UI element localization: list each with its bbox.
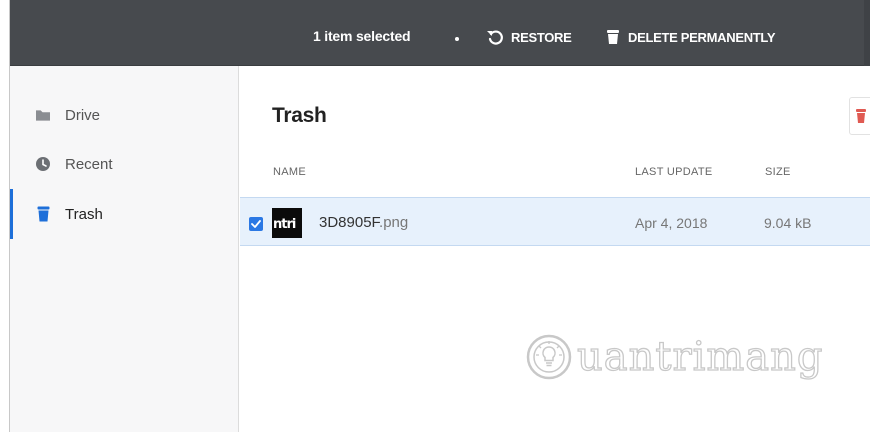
empty-trash-button[interactable]: [849, 97, 870, 135]
file-basename: 3D8905F: [319, 214, 380, 231]
column-header-name[interactable]: NAME: [273, 166, 306, 178]
file-name[interactable]: 3D8905F.png: [319, 214, 408, 231]
thumbnail-logo-text: ntri: [273, 217, 296, 232]
sidebar-item-label: Recent: [65, 155, 113, 173]
sidebar: Drive Recent Trash: [10, 66, 239, 432]
checkmark-icon: [251, 220, 261, 228]
sidebar-item-recent[interactable]: Recent: [10, 139, 239, 189]
selection-count: 1 item selected: [313, 28, 411, 44]
page-title: Trash: [272, 104, 327, 127]
sidebar-item-trash[interactable]: Trash: [10, 189, 239, 239]
app-window: 1 item selected RESTORE DELETE PERMANENT…: [9, 0, 870, 432]
sidebar-item-label: Trash: [65, 205, 103, 223]
row-checkbox[interactable]: [249, 217, 263, 231]
file-size: 9.04 kB: [764, 215, 812, 231]
restore-button[interactable]: RESTORE: [486, 26, 572, 48]
file-row[interactable]: ntri 3D8905F.png Apr 4, 2018 9.04 kB: [240, 197, 870, 246]
main-content: Trash NAME LAST UPDATE SIZE ntri 3D8905F…: [240, 66, 870, 432]
toolbar-edge: [864, 0, 870, 66]
watermark-text: uantrimang: [576, 333, 824, 380]
sidebar-item-drive[interactable]: Drive: [10, 90, 239, 140]
watermark: uantrimang: [525, 327, 824, 387]
clock-icon: [36, 157, 50, 171]
folder-icon: [36, 108, 50, 122]
undo-icon: [487, 30, 503, 45]
trash-icon: [856, 109, 866, 123]
delete-permanently-button[interactable]: DELETE PERMANENTLY: [606, 26, 776, 48]
file-last-update: Apr 4, 2018: [635, 215, 708, 231]
file-thumbnail: ntri: [272, 208, 302, 238]
trash-icon: [607, 30, 619, 44]
lightbulb-logo-icon: [526, 334, 572, 380]
sidebar-item-label: Drive: [65, 106, 101, 124]
trash-icon: [36, 206, 50, 222]
column-header-last-update[interactable]: LAST UPDATE: [635, 166, 712, 178]
restore-label: RESTORE: [511, 29, 572, 45]
separator-dot: [455, 37, 459, 41]
file-extension: .png: [379, 214, 409, 231]
column-header-size[interactable]: SIZE: [765, 166, 791, 178]
selection-toolbar: 1 item selected RESTORE DELETE PERMANENT…: [10, 0, 870, 66]
delete-permanently-label: DELETE PERMANENTLY: [628, 29, 776, 45]
